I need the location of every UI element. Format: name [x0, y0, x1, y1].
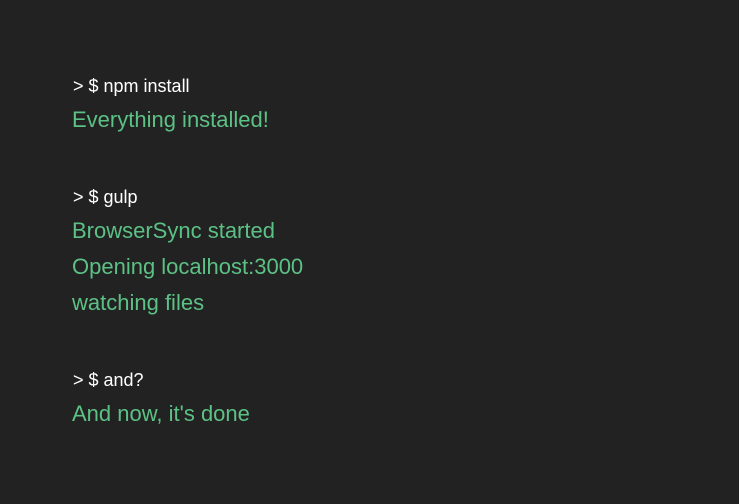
command-line: > $ and?	[73, 370, 144, 390]
terminal-window: > $ npm install Everything installed! > …	[0, 0, 739, 504]
output-line: And now, it's done	[72, 401, 250, 426]
command-line: > $ npm install	[73, 76, 190, 96]
output-line: Opening localhost:3000	[72, 254, 304, 279]
output-line: Everything installed!	[72, 107, 269, 132]
output-line: watching files	[72, 290, 205, 315]
output-line: BrowserSync started	[72, 218, 275, 243]
command-line: > $ gulp	[73, 187, 138, 207]
